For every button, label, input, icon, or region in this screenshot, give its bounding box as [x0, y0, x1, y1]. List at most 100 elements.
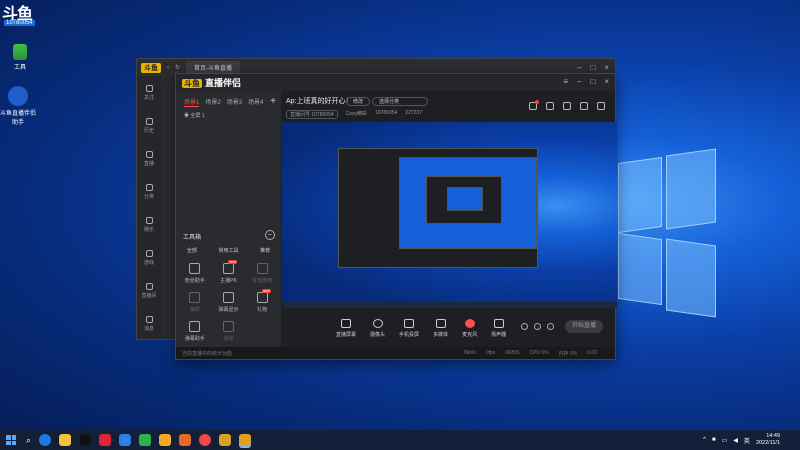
minimize-icon[interactable]: –: [577, 77, 581, 86]
tool-item[interactable]: 抽奖: [178, 292, 212, 313]
record-icon[interactable]: [546, 102, 554, 110]
tool-item[interactable]: 弹幕显示: [212, 292, 246, 313]
tool-item[interactable]: 粉丝助手: [178, 263, 212, 284]
stream-app-window[interactable]: 斗鱼 直播伴侣 ≡ – □ × 场景1 场景2 场景3 场景4 + ◉ 全屏 1 …: [175, 73, 617, 360]
close-icon[interactable]: ×: [604, 63, 609, 72]
back-arrow-icon[interactable]: ‹: [167, 65, 169, 71]
sidebar-item[interactable]: 娱乐: [137, 208, 161, 241]
app-orange-icon[interactable]: [179, 434, 192, 446]
camera-button[interactable]: 摄像头: [370, 318, 385, 338]
sidebar-label: 直播: [143, 160, 154, 167]
clock[interactable]: 14:49 2022/11/1: [756, 433, 780, 447]
sidebar-item[interactable]: 分类: [137, 175, 161, 208]
screen-capture-button[interactable]: 直播屏幕: [336, 318, 356, 338]
tool-label: 弹幕助手: [184, 336, 205, 342]
layout-icon[interactable]: [563, 102, 571, 110]
microphone-button[interactable]: 麦克风: [462, 318, 477, 338]
chevron-up-icon[interactable]: ^: [703, 437, 706, 443]
tool-item[interactable]: NEW 主播PK: [212, 260, 246, 284]
desktop-icon-tools[interactable]: 工具: [0, 44, 40, 71]
sidebar-item[interactable]: 消息: [137, 307, 161, 340]
speaker-button[interactable]: 扬声器: [491, 318, 507, 338]
minimize-icon[interactable]: –: [577, 63, 581, 72]
tab-scene-1[interactable]: 场景1: [184, 97, 200, 107]
menu-icon[interactable]: ≡: [563, 77, 568, 86]
notification-icon[interactable]: [529, 100, 539, 110]
media-button[interactable]: 多媒体: [433, 318, 448, 338]
phone-cast-button[interactable]: 手机投屏: [399, 318, 419, 338]
scene-item[interactable]: ◉ 全屏 1: [176, 110, 281, 121]
tool-item[interactable]: 互动游戏: [245, 263, 279, 284]
input-method[interactable]: 英: [744, 436, 750, 445]
tool-item[interactable]: NEW 礼物: [245, 289, 279, 313]
nav-icon: [145, 183, 153, 191]
nested-preview-inner: [399, 157, 537, 249]
add-scene-button[interactable]: +: [270, 96, 276, 107]
search-icon[interactable]: ⌕: [26, 435, 31, 446]
tool-item[interactable]: 弹幕助手: [178, 321, 212, 342]
tool-item[interactable]: 活动: [212, 321, 246, 342]
download-icon: [189, 292, 201, 303]
info-icon[interactable]: [534, 323, 541, 330]
share-icon[interactable]: [597, 102, 605, 110]
wechat-icon[interactable]: [139, 434, 152, 446]
edit-title-button[interactable]: 修改: [346, 97, 371, 106]
sidebar-item[interactable]: 直播间: [137, 274, 161, 307]
tool-cat[interactable]: 全部: [187, 247, 197, 254]
download-icon: [256, 263, 268, 274]
volume-icon[interactable]: ◀: [733, 437, 738, 444]
start-button[interactable]: [6, 435, 16, 445]
tray-app-icon[interactable]: ■: [712, 437, 716, 443]
tab-scene-3[interactable]: 场景3: [227, 97, 242, 107]
speaker-icon: [493, 318, 504, 328]
stream-app-taskbar-icon[interactable]: [239, 434, 252, 446]
desktop-icon-helper[interactable]: 斗鱼直播伴侣助手: [0, 86, 38, 126]
refresh-icon[interactable]: ↻: [175, 64, 180, 71]
network-icon[interactable]: ▭: [722, 437, 728, 444]
start-stream-button[interactable]: 开始直播: [565, 320, 603, 333]
room-info: 直播间号 10780054 Cozy精彩 10780054 227237: [286, 110, 422, 119]
tool-cat[interactable]: 推荐: [260, 247, 270, 254]
tool-label: 粉丝助手: [184, 278, 205, 284]
tab-scene-2[interactable]: 场景2: [205, 97, 220, 107]
desktop-id-number: 10780054: [4, 20, 35, 26]
tab-scene-4[interactable]: 场景4: [248, 97, 263, 107]
settings-icon[interactable]: [580, 102, 588, 110]
back-window-sidebar: 关注 历史 直播 分类 娱乐 游戏 直播间 消息: [137, 76, 161, 339]
new-badge: NEW: [262, 289, 271, 293]
nested-preview-deep: [426, 176, 502, 224]
app-logo: 斗鱼 直播伴侣: [182, 76, 241, 89]
desktop-icon-label: 斗鱼直播伴侣助手: [0, 111, 36, 126]
sidebar-item[interactable]: 历史: [137, 109, 161, 142]
tool-cat[interactable]: 常用工具: [218, 247, 238, 254]
preview-taskbar: [282, 302, 617, 308]
edge-icon[interactable]: [39, 434, 52, 446]
netease-icon[interactable]: [199, 434, 212, 446]
room-number: 10780054: [375, 110, 398, 116]
video-icon[interactable]: [521, 323, 528, 330]
stream-preview[interactable]: [282, 122, 617, 308]
close-icon[interactable]: ×: [604, 77, 609, 86]
sidebar-item[interactable]: 游戏: [137, 241, 161, 274]
taskbar: ⌕ ^ ■ ▭ ◀ 英 14:49 2022/11/1: [0, 430, 800, 450]
category-select[interactable]: 选择分类: [372, 97, 428, 106]
eye-icon[interactable]: ◉: [184, 113, 189, 119]
sidebar-item[interactable]: 关注: [137, 76, 161, 109]
app-blue-icon[interactable]: [119, 434, 132, 446]
tool-label: 弹幕显示: [218, 307, 239, 313]
douyu-icon[interactable]: [159, 434, 172, 446]
folder-icon[interactable]: [59, 434, 72, 446]
scene-tabs: 场景1 场景2 场景3 场景4: [176, 91, 281, 110]
stream-title[interactable]: Ap:上班真的好开心！: [286, 96, 353, 106]
qq-icon[interactable]: [79, 434, 92, 446]
app-red-icon[interactable]: [99, 434, 112, 446]
maximize-icon[interactable]: □: [590, 63, 595, 72]
source-label: 扬声器: [491, 331, 507, 338]
maximize-icon[interactable]: □: [590, 77, 595, 86]
sidebar-label: 消息: [143, 325, 154, 332]
stream-helper-icon[interactable]: [219, 434, 232, 446]
app-icon: [13, 44, 27, 60]
gear-icon[interactable]: [547, 323, 554, 330]
collapse-tools-button[interactable]: –: [265, 230, 275, 240]
sidebar-item[interactable]: 直播: [137, 142, 161, 175]
